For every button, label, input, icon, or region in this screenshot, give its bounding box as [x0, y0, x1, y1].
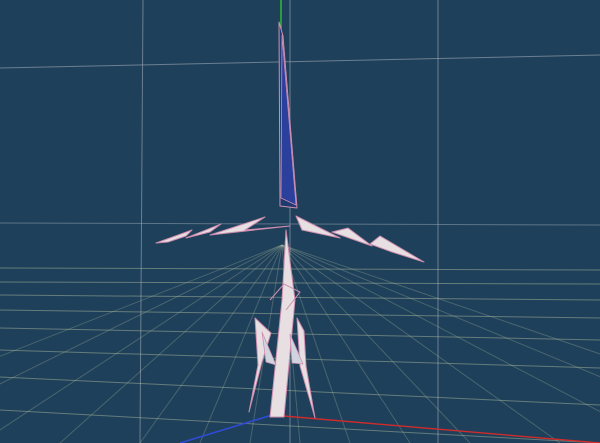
back-grid-line: [0, 54, 600, 69]
floor-grid-line: [281, 244, 600, 355]
model-left-arm-segment[interactable]: [209, 216, 291, 236]
model-left-leg[interactable]: [248, 317, 272, 413]
floor-grid-line: [281, 244, 600, 413]
x-axis-line: [271, 414, 600, 443]
floor-grid-line: [59, 244, 283, 443]
back-grid-line: [139, 0, 144, 443]
3d-scene[interactable]: [0, 0, 600, 443]
model-right-arm-segment[interactable]: [369, 235, 425, 263]
floor-grid-line: [0, 281, 600, 285]
floor-grid-line: [0, 376, 600, 406]
floor-grid-line: [281, 244, 561, 443]
model-top-blade-accent: [280, 34, 297, 206]
model-right-arm-segment[interactable]: [295, 215, 341, 239]
model-body-spike[interactable]: [269, 229, 296, 418]
floor-grid-line: [0, 267, 600, 271]
model-left-arm-segment[interactable]: [155, 229, 193, 244]
floor-grid-line: [199, 244, 283, 443]
world-axes: [179, 0, 600, 443]
z-axis-line: [179, 414, 273, 443]
3d-viewport[interactable]: [0, 0, 600, 443]
floor-grid-line: [281, 244, 600, 378]
floor-grid-line: [0, 309, 600, 319]
floor-grid-line: [281, 244, 471, 443]
